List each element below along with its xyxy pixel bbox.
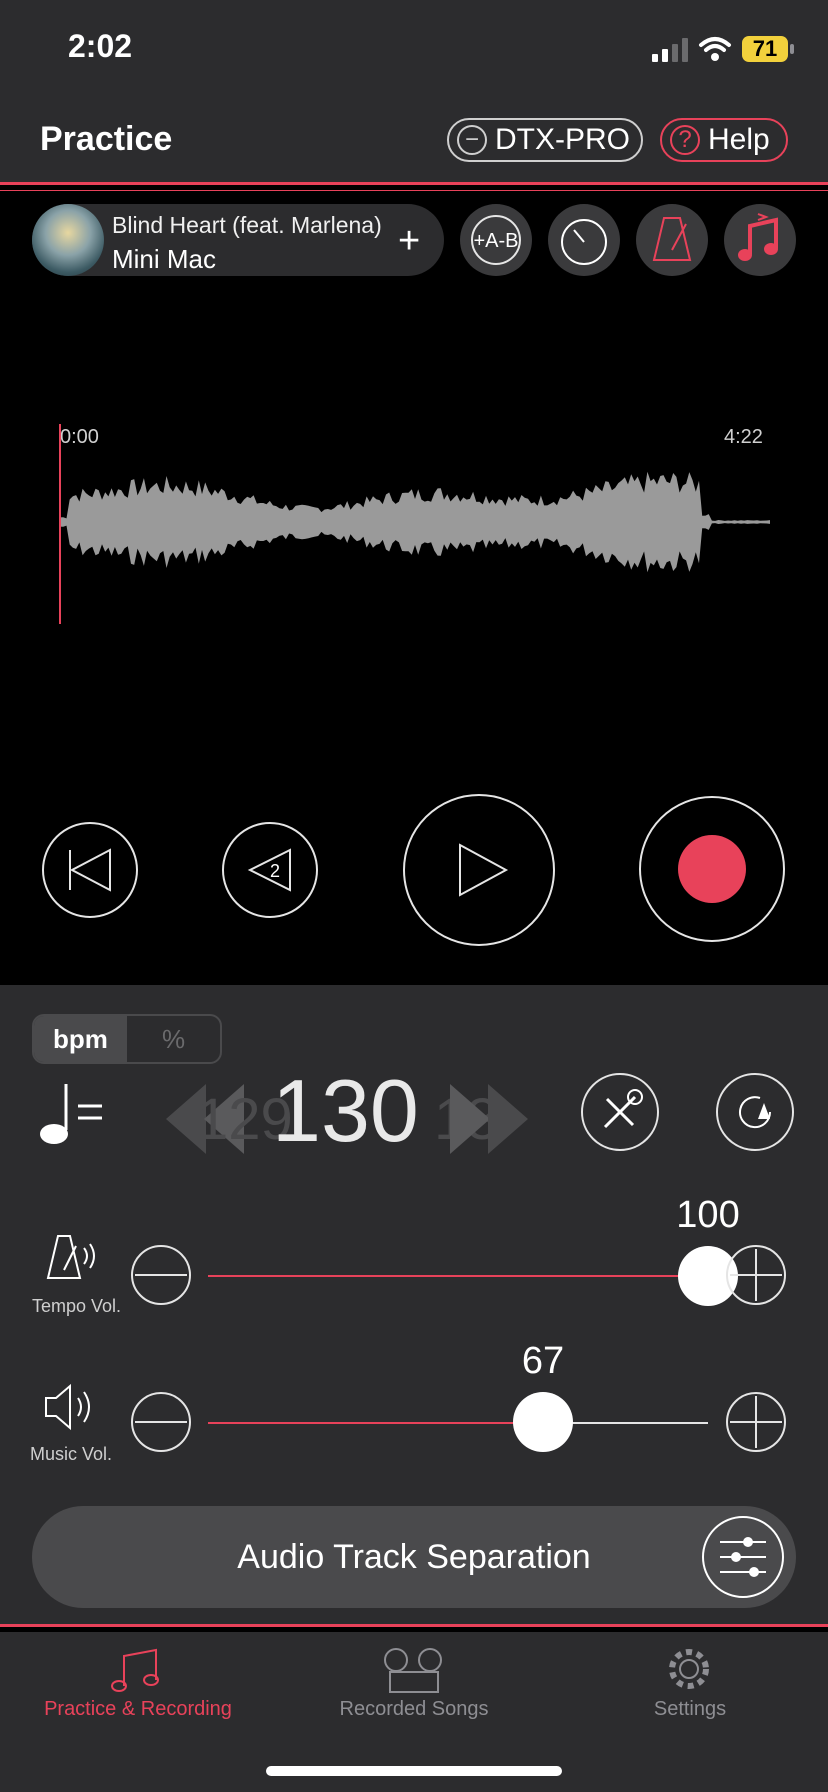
tempo-volume-label: Tempo Vol. xyxy=(32,1296,122,1316)
minus-icon xyxy=(135,1421,187,1423)
music-note-tab-icon xyxy=(111,1648,159,1692)
music-volume-slider-thumb[interactable] xyxy=(513,1392,573,1452)
skip-to-start-button[interactable] xyxy=(42,822,138,918)
playhead-cursor[interactable] xyxy=(59,424,61,624)
ab-repeat-button[interactable]: +A-B xyxy=(460,204,532,276)
tab-recorded-songs-label: Recorded Songs xyxy=(339,1698,489,1720)
help-icon: ? xyxy=(670,125,700,155)
home-indicator xyxy=(266,1766,562,1776)
tempo-volume-value: 100 xyxy=(676,1194,740,1236)
waveform-end-time: 4:22 xyxy=(724,426,763,448)
music-volume-value: 67 xyxy=(521,1340,565,1382)
svg-text:+A-B: +A-B xyxy=(473,230,518,252)
tab-settings-label: Settings xyxy=(653,1698,727,1720)
svg-text:2: 2 xyxy=(270,861,280,881)
header-divider xyxy=(0,182,828,185)
record-button[interactable] xyxy=(639,796,785,942)
tempo-volume-track-filled[interactable] xyxy=(208,1275,708,1277)
waveform-start-time: 0:00 xyxy=(60,426,99,448)
reset-tempo-button[interactable] xyxy=(716,1073,794,1151)
page-title: Practice xyxy=(40,120,173,158)
reset-icon xyxy=(739,1096,772,1129)
song-artist: Mini Mac xyxy=(112,244,217,274)
add-song-icon[interactable]: + xyxy=(398,222,420,260)
tempo-increase-arrow-icon[interactable] xyxy=(444,1084,528,1154)
tools-button[interactable] xyxy=(581,1073,659,1151)
metronome-button[interactable] xyxy=(636,204,708,276)
help-button[interactable]: ? Help xyxy=(660,118,788,162)
tempo-mode-toggle[interactable]: bpm % xyxy=(32,1014,222,1064)
timer-icon xyxy=(561,219,607,265)
status-time: 2:02 xyxy=(68,28,133,64)
plus-icon xyxy=(730,1396,782,1448)
skip-start-icon xyxy=(69,848,111,892)
plus-icon xyxy=(730,1249,782,1301)
record-icon xyxy=(678,835,746,903)
waveform[interactable] xyxy=(60,450,770,600)
help-label: Help xyxy=(708,123,770,156)
mixer-sliders-button[interactable] xyxy=(702,1516,784,1598)
song-title: Blind Heart (feat. Marlena) xyxy=(112,212,382,238)
tempo-volume-minus-button[interactable] xyxy=(131,1245,191,1305)
metronome-icon xyxy=(652,217,692,261)
rewind-measures-button[interactable]: 2 xyxy=(222,822,318,918)
tools-icon xyxy=(603,1089,643,1129)
tempo-mode-percent[interactable]: % xyxy=(127,1016,220,1062)
dtx-pro-label: DTX-PRO xyxy=(495,123,630,156)
timer-button[interactable] xyxy=(548,204,620,276)
minus-circle-icon: − xyxy=(457,125,487,155)
minus-icon xyxy=(135,1274,187,1276)
music-volume-plus-button[interactable] xyxy=(726,1392,786,1452)
quarter-note-icon xyxy=(40,1084,102,1144)
header-divider-thin xyxy=(0,190,828,191)
battery-level: 71 xyxy=(742,36,788,62)
speaker-icon xyxy=(45,1383,90,1431)
music-volume-minus-button[interactable] xyxy=(131,1392,191,1452)
play-icon xyxy=(459,843,509,897)
audio-track-separation-label: Audio Track Separation xyxy=(237,1538,591,1576)
dtx-pro-button[interactable]: − DTX-PRO xyxy=(447,118,643,162)
album-art xyxy=(32,204,104,276)
tempo-mode-bpm[interactable]: bpm xyxy=(34,1016,127,1062)
music-volume-label: Music Vol. xyxy=(30,1444,113,1464)
play-button[interactable] xyxy=(403,794,555,946)
music-note-icon xyxy=(738,213,778,261)
gear-icon xyxy=(669,1649,709,1689)
music-volume-track-filled[interactable] xyxy=(208,1422,543,1424)
ab-repeat-icon: +A-B xyxy=(471,215,521,265)
tempo-volume-plus-button[interactable] xyxy=(726,1245,786,1305)
tabbar-divider xyxy=(0,1624,828,1627)
music-note-button[interactable] xyxy=(724,204,796,276)
battery-icon xyxy=(790,44,794,54)
tempo-value[interactable]: 130 xyxy=(272,1060,419,1162)
wifi-icon xyxy=(699,37,731,61)
rewind-icon: 2 xyxy=(247,848,291,892)
tape-recorder-icon xyxy=(384,1648,442,1693)
cellular-signal-icon xyxy=(652,38,688,62)
tab-practice-recording-label: Practice & Recording xyxy=(44,1698,232,1720)
mixer-sliders-icon xyxy=(720,1537,766,1577)
metronome-volume-icon xyxy=(46,1235,95,1279)
